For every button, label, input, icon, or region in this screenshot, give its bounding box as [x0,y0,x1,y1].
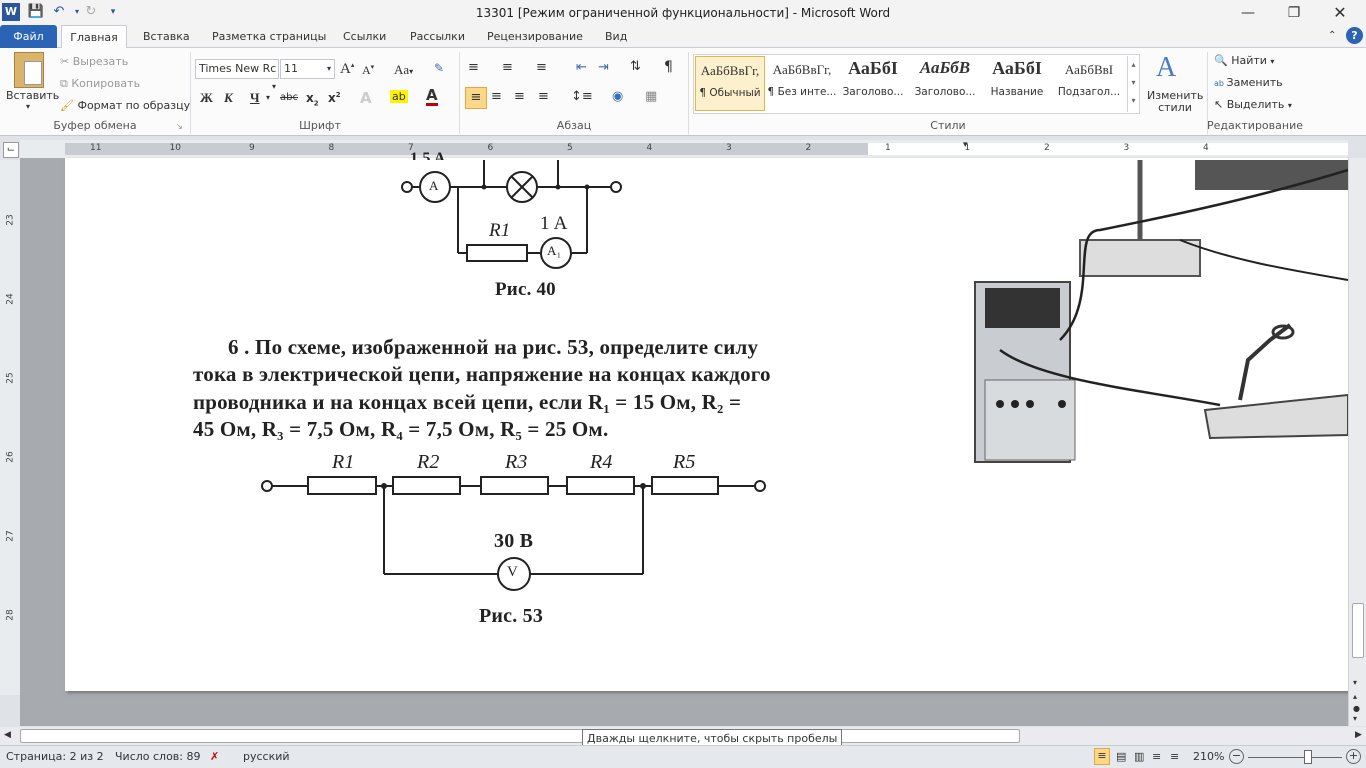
zoom-slider-thumb[interactable] [1304,750,1312,764]
vertical-scrollbar[interactable]: ▾ ▴ ● ▾ [1348,158,1366,726]
fig40-caption: Рис. 40 [495,279,556,300]
resistor-r3 [480,476,549,495]
zoom-level[interactable]: 210% [1193,750,1224,763]
problem-line: 6 . По схеме, изображенной на рис. 53, о… [228,335,759,359]
full-screen-reading-icon[interactable]: ▤ [1116,750,1126,763]
proofing-icon[interactable]: ✗ [210,750,219,763]
fig53-r4-label: R4 [590,451,613,473]
language[interactable]: русский [243,750,290,763]
resistor-r2 [392,476,461,495]
fig53-r5-label: R5 [673,451,696,473]
resistor-r4 [566,476,635,495]
photo-device-top [1195,160,1348,190]
next-page-icon[interactable]: ▾ [1353,714,1357,723]
fig40-ammeter1-label: A₁ [547,243,562,258]
scroll-left-icon[interactable]: ◀ [4,730,11,740]
apparatus-photo [974,160,1349,463]
terminal [610,181,622,193]
terminal [261,480,273,492]
fig53-junctions [381,483,646,489]
scrollbar-thumb[interactable] [20,729,1020,743]
problem-line: 45 Ом, R₃ = 7,5 Ом, R₄ = 7,5 Ом, R₅ = 25… [193,417,609,441]
problem-line: проводника и на концах всей цепи, если R… [193,390,742,414]
fig40-current-label: 1 A [540,213,568,234]
resistor-r5 [651,476,719,495]
browse-object-icon[interactable]: ● [1353,704,1360,713]
scrollbar-thumb[interactable] [1352,603,1364,658]
zoom-slider[interactable] [1248,757,1342,758]
draft-icon[interactable]: ≡ [1170,750,1179,763]
scroll-down-icon[interactable]: ▾ [1353,678,1357,687]
resistor-r1 [307,476,377,495]
word-count[interactable]: Число слов: 89 [115,750,201,763]
terminal [401,181,413,193]
prev-page-icon[interactable]: ▴ [1353,692,1357,701]
fig40-circuit [401,160,622,269]
zoom-out-button[interactable]: − [1229,749,1244,764]
fig40-r1-label: R1 [489,220,511,241]
scroll-right-icon[interactable]: ▶ [1355,730,1362,740]
status-bar: Страница: 2 из 2 Число слов: 89 ✗ русски… [0,745,1366,768]
page-count[interactable]: Страница: 2 из 2 [6,750,104,763]
fig40-top-current-label: 1,5 A [410,150,446,160]
fig53-caption: Рис. 53 [479,605,544,627]
photo-rheostat [1203,393,1349,440]
zoom-in-button[interactable]: + [1346,749,1361,764]
fig53-r3-label: R3 [505,451,528,473]
fig40-ammeter-label: A [429,178,439,193]
fig53-voltage-label: 30 В [494,530,534,552]
problem-line: тока в электрической цепи, напряжение на… [193,362,771,386]
fig53-r1-label: R1 [332,451,355,473]
fig53-r2-label: R2 [417,451,440,473]
print-layout-icon[interactable]: ≡ [1094,748,1110,765]
web-layout-icon[interactable]: ▥ [1134,750,1144,763]
resistor-r1 [466,244,528,262]
fig53-voltmeter-label: V [507,564,519,580]
outline-icon[interactable]: ≡ [1152,750,1161,763]
terminal [754,480,766,492]
